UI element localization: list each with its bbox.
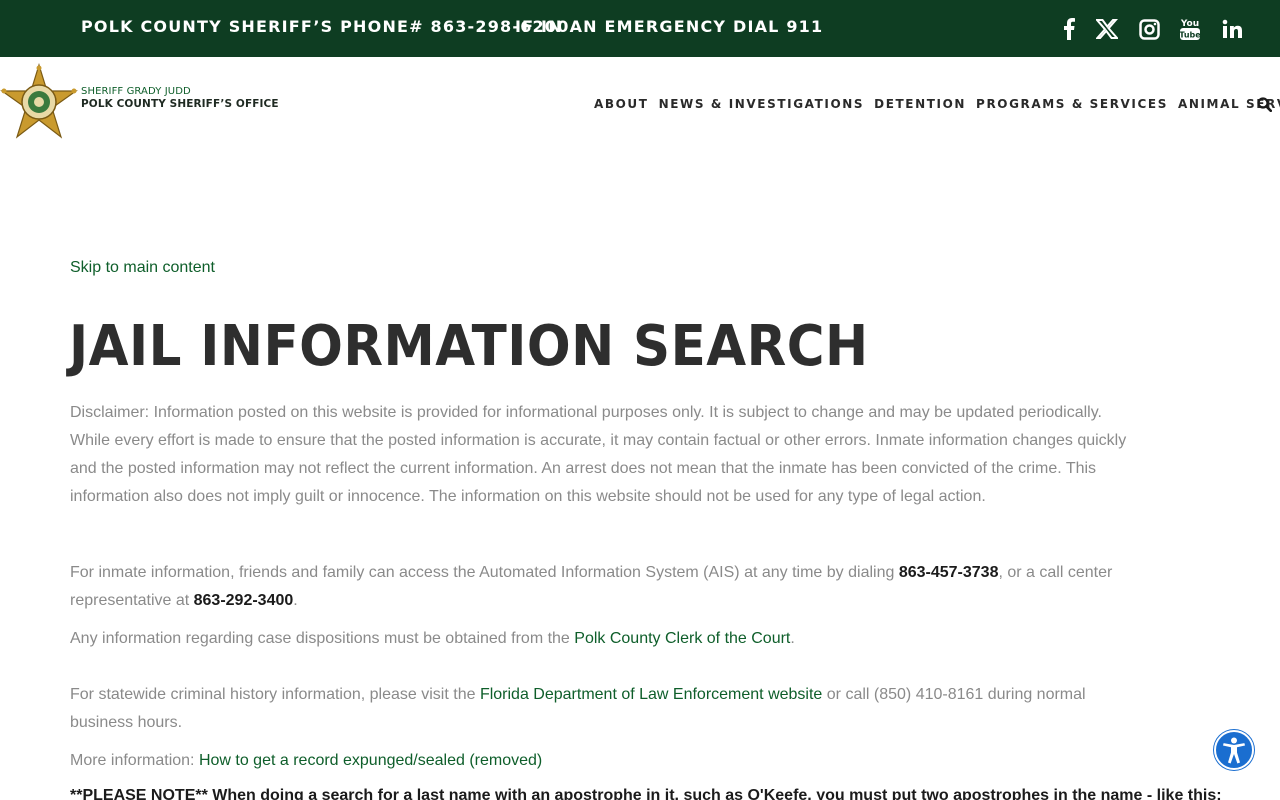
statewide-paragraph: For statewide criminal history informati… (70, 681, 1210, 737)
page-title: JAIL INFORMATION SEARCH (69, 314, 869, 379)
statewide-text: business hours. (70, 714, 183, 731)
linkedin-icon[interactable] (1219, 16, 1245, 42)
ais-text: representative at (70, 592, 194, 609)
main-nav: ABOUT NEWS & INVESTIGATIONS DETENTION PR… (594, 97, 1280, 111)
accessibility-button[interactable] (1214, 730, 1254, 770)
nav-detention[interactable]: DETENTION (874, 97, 966, 111)
accessibility-icon (1223, 737, 1245, 764)
disclaimer-line: information also does not imply guilt or… (70, 488, 986, 505)
dispositions-text: Any information regarding case dispositi… (70, 630, 575, 647)
expunge-record-link[interactable]: How to get a record expunged/sealed (rem… (199, 752, 542, 769)
ais-text: . (293, 592, 298, 609)
sheriff-badge-logo[interactable] (0, 62, 78, 141)
nav-news-investigations[interactable]: NEWS & INVESTIGATIONS (659, 97, 865, 111)
ais-text: For inmate information, friends and fami… (70, 564, 899, 581)
ais-text: , or a call center (998, 564, 1113, 581)
svg-text:Tube: Tube (1179, 31, 1201, 40)
statewide-text: or call (850) 410-8161 during normal (822, 686, 1086, 703)
instagram-icon[interactable] (1136, 16, 1162, 42)
disclaimer-line: While every effort is made to ensure tha… (70, 432, 1127, 449)
nav-about[interactable]: ABOUT (594, 97, 649, 111)
top-bar: POLK COUNTY SHERIFF’S PHONE# 863-298-620… (0, 0, 1280, 57)
apostrophe-note: **PLEASE NOTE** When doing a search for … (70, 787, 1222, 800)
more-info-paragraph: More information: How to get a record ex… (70, 747, 1210, 775)
sheriff-phone-text: POLK COUNTY SHERIFF’S PHONE# 863-298-620… (81, 17, 570, 36)
ais-phone: 863-457-3738 (898, 564, 999, 581)
emergency-text: IF IN AN EMERGENCY DIAL 911 (515, 17, 824, 36)
site-header: SHERIFF GRADY JUDD POLK COUNTY SHERIFF’S… (0, 57, 1280, 152)
brand-title[interactable]: POLK COUNTY SHERIFF’S OFFICE (81, 98, 279, 110)
brand-subtitle: SHERIFF GRADY JUDD (81, 86, 191, 97)
disclaimer-paragraph: Disclaimer: Information posted on this w… (70, 399, 1210, 511)
disclaimer-line: Disclaimer: Information posted on this w… (70, 404, 1102, 421)
facebook-icon[interactable] (1056, 16, 1082, 42)
clerk-of-court-link[interactable]: Polk County Clerk of the Court (574, 630, 790, 647)
search-icon[interactable] (1257, 97, 1273, 113)
call-center-phone: 863-292-3400 (193, 592, 294, 609)
youtube-icon[interactable]: You Tube (1177, 16, 1203, 42)
dispositions-paragraph: Any information regarding case dispositi… (70, 625, 1210, 653)
x-icon[interactable] (1094, 16, 1120, 42)
nav-programs-services[interactable]: PROGRAMS & SERVICES (976, 97, 1168, 111)
more-info-label: More information: (70, 752, 199, 769)
statewide-text: For statewide criminal history informati… (70, 686, 480, 703)
dispositions-end: . (790, 630, 795, 647)
fdle-website-link[interactable]: Florida Department of Law Enforcement we… (480, 686, 822, 703)
svg-text:You: You (1180, 19, 1199, 29)
disclaimer-line: and the posted information may not refle… (70, 460, 1097, 477)
ais-paragraph: For inmate information, friends and fami… (70, 559, 1210, 615)
skip-to-main-link[interactable]: Skip to main content (70, 259, 215, 277)
